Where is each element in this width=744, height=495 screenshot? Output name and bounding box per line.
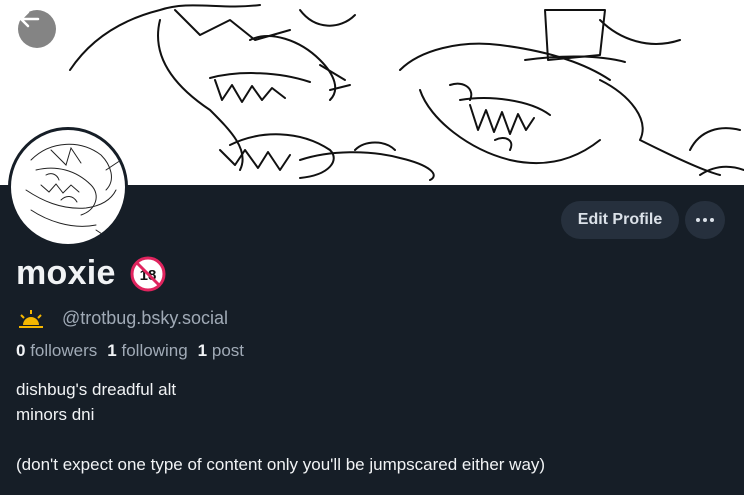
posts-label: post [211, 341, 244, 360]
profile-stats: 0 followers 1 following 1 post [16, 341, 254, 361]
handle-row: @trotbug.bsky.social [16, 307, 228, 329]
following-label: following [121, 341, 188, 360]
bio-line [16, 427, 545, 452]
display-name: moxie [16, 254, 116, 292]
posts-stat: 1 post [198, 341, 244, 361]
following-count: 1 [107, 341, 117, 360]
followers-count: 0 [16, 341, 26, 360]
edit-profile-button[interactable]: Edit Profile [561, 201, 679, 239]
name-row: moxie 18 [16, 254, 166, 293]
bio-line: (don't expect one type of content only y… [16, 455, 546, 474]
avatar-sketch-image [20, 143, 122, 241]
avatar[interactable] [8, 127, 128, 247]
profile-bio: dishbug's dreadful alt minors dni (don't… [16, 377, 545, 477]
back-button[interactable] [18, 10, 56, 48]
bio-line: minors dni [16, 405, 95, 424]
followers-label: followers [30, 341, 98, 360]
no-under-18-icon: 18 [130, 256, 166, 291]
followers-stat[interactable]: 0 followers [16, 341, 97, 361]
arrow-left-icon [19, 10, 40, 28]
more-options-button[interactable] [685, 201, 725, 239]
following-stat[interactable]: 1 following [107, 341, 187, 361]
bio-line: dishbug's dreadful alt [16, 380, 177, 399]
posts-count: 1 [197, 341, 208, 360]
ellipsis-icon [696, 218, 714, 222]
profile-handle[interactable]: @trotbug.bsky.social [62, 308, 228, 329]
sun-icon [19, 310, 43, 328]
